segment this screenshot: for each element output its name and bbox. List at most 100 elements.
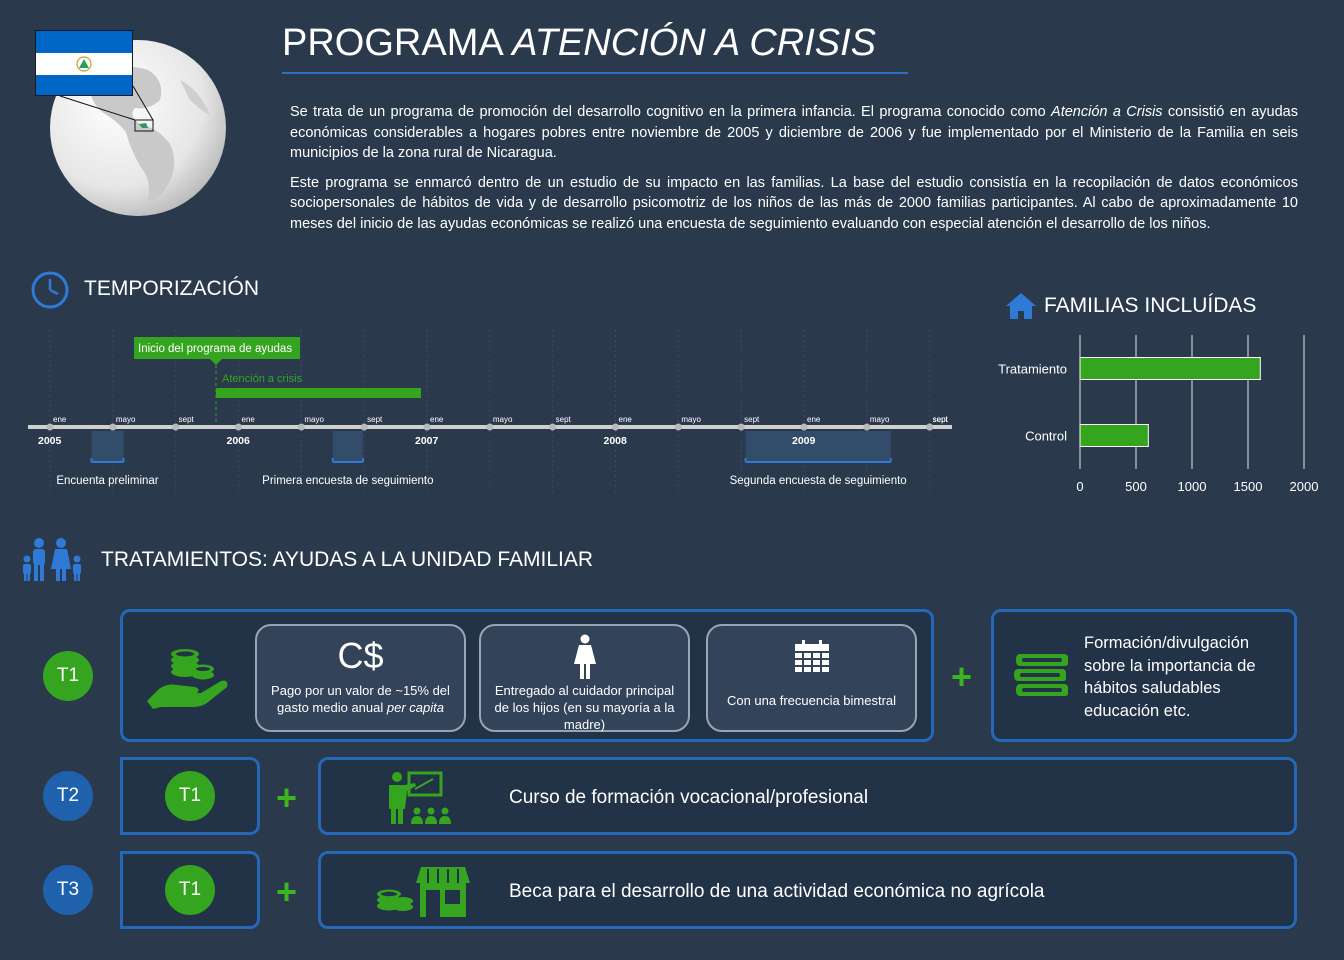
timeline-year-label: 2006 xyxy=(227,435,251,447)
timeline-tick xyxy=(297,423,305,431)
plus-sign-t2: + xyxy=(276,777,298,818)
chart-category-label: Tratamiento xyxy=(998,362,1067,377)
program-duration-bar xyxy=(216,388,421,398)
coins-icon xyxy=(375,874,415,919)
intro-text: Se trata de un programa de promoción del… xyxy=(290,102,1298,243)
plus-sign-t1: + xyxy=(951,656,973,697)
timeline-month-label: ene xyxy=(53,415,67,424)
currency-symbol: C$ xyxy=(337,635,384,676)
timeline-month-label: sept xyxy=(744,415,760,424)
timeline-month-label: ene xyxy=(242,415,256,424)
families-title: FAMILIAS INCLUÍDAS xyxy=(1044,294,1257,317)
survey-window xyxy=(91,431,124,462)
timeline-tick xyxy=(235,423,242,431)
timeline-year-label: 2007 xyxy=(415,435,439,447)
timeline-chart: Inicio del programa de ayudas Atención a… xyxy=(20,330,960,500)
books-icon xyxy=(1014,652,1070,705)
intro-paragraph-2: Este programa se enmarcó dentro de un es… xyxy=(290,174,1298,232)
chart-x-tick-label: 1000 xyxy=(1178,479,1207,494)
globe-illustration xyxy=(30,20,240,220)
recipient-text: Entregado al cuidador principal de los h… xyxy=(494,683,675,732)
chart-x-tick-label: 500 xyxy=(1125,479,1147,494)
treatment-t3-base-panel: T1 xyxy=(120,851,260,929)
survey-label: Encuenta preliminar xyxy=(56,475,158,487)
chart-category-label: Control xyxy=(1025,429,1067,444)
frequency-text: Con una frecuencia bimestral xyxy=(726,693,897,708)
program-duration-label: Atención a crisis xyxy=(222,373,303,385)
timeline-month-label: mayo xyxy=(304,415,324,424)
timeline-month-label: mayo xyxy=(681,415,701,424)
course-text: Curso de formación vocacional/profesiona… xyxy=(509,787,869,808)
timeline-tick xyxy=(926,423,934,431)
home-icon xyxy=(1005,292,1037,325)
intro-paragraph-1: Se trata de un programa de promoción del… xyxy=(290,104,1298,161)
treatment-t2-t1-badge: T1 xyxy=(165,771,215,821)
title-italic: ATENCIÓN A CRISIS xyxy=(512,22,877,64)
timeline-tick xyxy=(549,423,557,431)
timeline-tick xyxy=(486,423,494,431)
timeline-month-label: mayo xyxy=(870,415,890,424)
timeline-month-label: sept xyxy=(556,415,572,424)
title-main: PROGRAMA xyxy=(282,22,502,64)
education-text: Formación/divulgación sobre la importanc… xyxy=(1084,634,1256,720)
timeline-tick xyxy=(360,423,368,431)
survey-label: Primera encuesta de seguimiento xyxy=(262,475,433,487)
timeline-month-label: ene xyxy=(430,415,444,424)
families-bar-chart: 0 500 1000 1500 2000 Tratamiento Control xyxy=(975,335,1335,500)
chart-bar xyxy=(1079,424,1149,447)
calendar-icon xyxy=(794,640,830,692)
timeline-year-label: 2009 xyxy=(792,435,816,447)
treatment-t2-base-panel: T1 xyxy=(120,757,260,835)
survey-window xyxy=(745,431,891,462)
timeline-tick xyxy=(674,423,682,431)
timeline-tick xyxy=(46,423,54,431)
timeline-tick xyxy=(800,423,808,431)
chart-x-tick-label: 2000 xyxy=(1290,479,1319,494)
chart-x-tick-label: 0 xyxy=(1076,479,1083,494)
treatment-t1-badge: T1 xyxy=(43,651,93,701)
timeline-month-label: ene xyxy=(807,415,821,424)
timeline-month-label: sept xyxy=(367,415,383,424)
survey-window xyxy=(332,431,363,462)
timeline-tick xyxy=(612,423,619,431)
treatment-t3-t1-badge: T1 xyxy=(165,865,215,915)
treatment-t1-panel: C$ Pago por un valor de ~15% del gasto m… xyxy=(120,609,934,742)
program-start-text: Inicio del programa de ayudas xyxy=(138,343,292,355)
timeline-month-label: mayo xyxy=(116,415,136,424)
recipient-card: Entregado al cuidador principal de los h… xyxy=(479,624,690,732)
education-panel: Formación/divulgación sobre la importanc… xyxy=(991,609,1297,742)
shop-icon xyxy=(415,865,471,922)
treatments-title: TRATAMIENTOS: AYUDAS A LA UNIDAD FAMILIA… xyxy=(101,548,594,571)
woman-icon xyxy=(573,634,597,682)
timeline-year-label: 2005 xyxy=(38,435,62,447)
timeline-tick xyxy=(863,423,871,431)
treatment-t2-badge: T2 xyxy=(43,771,93,821)
timeline-month-label: mayo xyxy=(493,415,513,424)
family-icon xyxy=(22,537,88,588)
treatment-t3-grant-panel: Beca para el desarrollo de una actividad… xyxy=(318,851,1297,929)
payment-amount-card: C$ Pago por un valor de ~15% del gasto m… xyxy=(255,624,466,732)
page-title: PROGRAMA ATENCIÓN A CRISIS xyxy=(282,22,876,65)
timeline-tick xyxy=(109,423,117,431)
money-hand-icon xyxy=(145,645,231,714)
plus-sign-t3: + xyxy=(276,871,298,912)
treatment-t2-course-panel: Curso de formación vocacional/profesiona… xyxy=(318,757,1297,835)
grant-text: Beca para el desarrollo de una actividad… xyxy=(509,881,1045,902)
survey-label: Segunda encuesta de seguimiento xyxy=(730,475,907,487)
flag-pointer-lines xyxy=(59,85,154,132)
clock-icon xyxy=(30,270,70,315)
treatment-t3-badge: T3 xyxy=(43,865,93,915)
chart-x-tick-label: 1500 xyxy=(1234,479,1263,494)
timeline-tick xyxy=(423,423,431,431)
chart-bar xyxy=(1079,357,1261,380)
timeline-title: TEMPORIZACIÓN xyxy=(84,277,260,300)
timeline-year-label: 2008 xyxy=(604,435,628,447)
payment-amount-text: Pago por un valor de ~15% del gasto medi… xyxy=(271,683,450,715)
timeline-tick xyxy=(172,423,180,431)
timeline-month-label: sept xyxy=(933,415,949,424)
frequency-card: Con una frecuencia bimestral xyxy=(706,624,917,732)
timeline-tick xyxy=(737,423,745,431)
teacher-icon xyxy=(385,769,455,830)
timeline-month-label: ene xyxy=(619,415,633,424)
title-underline xyxy=(282,72,908,74)
